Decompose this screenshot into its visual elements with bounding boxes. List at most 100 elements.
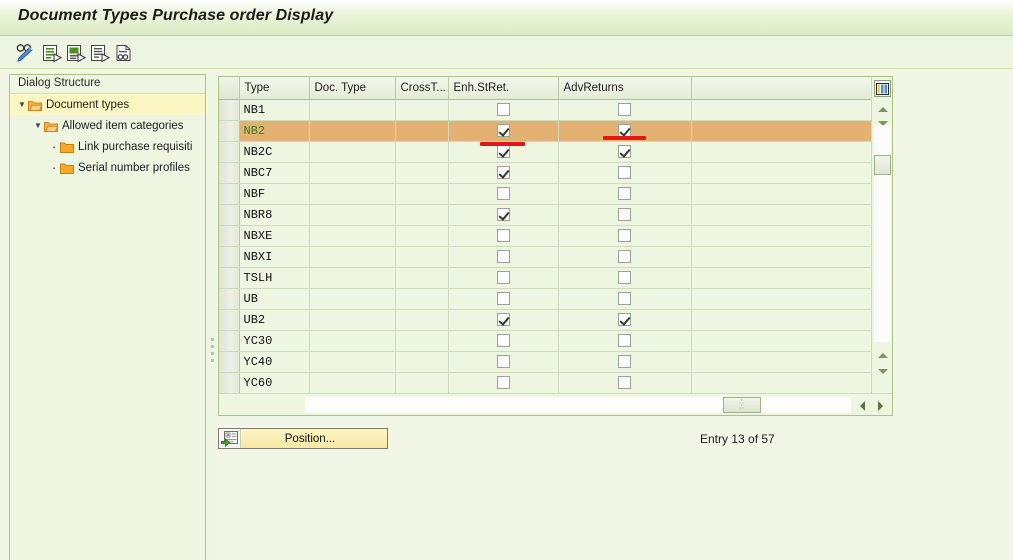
checkbox-enh-stret[interactable] bbox=[496, 354, 510, 368]
select-all-header[interactable] bbox=[219, 77, 240, 100]
checkbox-advreturns[interactable] bbox=[618, 270, 631, 284]
checkbox-enh-stret[interactable] bbox=[496, 291, 510, 305]
row-selector[interactable] bbox=[219, 120, 240, 142]
column-configuration-icon[interactable] bbox=[874, 80, 891, 97]
checkbox-advreturns[interactable] bbox=[618, 165, 631, 179]
table-row[interactable]: TSLH bbox=[219, 267, 873, 289]
row-selector[interactable] bbox=[219, 372, 240, 393]
page-title: Document Types Purchase order Display bbox=[18, 7, 334, 24]
new-entries-icon[interactable] bbox=[40, 41, 64, 65]
display-change-icon[interactable] bbox=[14, 41, 38, 65]
checkbox-enh-stret[interactable] bbox=[496, 102, 510, 116]
row-selector[interactable] bbox=[219, 309, 240, 331]
checkbox-advreturns[interactable] bbox=[618, 354, 631, 368]
checkbox-advreturns[interactable] bbox=[618, 186, 631, 200]
checkbox-enh-stret[interactable] bbox=[496, 312, 510, 326]
checkbox-enh-stret[interactable] bbox=[496, 249, 510, 263]
scroll-page-down-button[interactable] bbox=[875, 349, 890, 362]
checkbox-enh-stret[interactable] bbox=[496, 270, 510, 284]
details-icon[interactable] bbox=[113, 41, 137, 65]
table-row[interactable]: NB2C bbox=[219, 141, 873, 163]
checkbox-enh-stret[interactable] bbox=[496, 165, 510, 179]
table-row[interactable]: YC40 bbox=[219, 351, 873, 373]
checkbox-advreturns[interactable] bbox=[618, 228, 631, 242]
table-row[interactable]: NBXI bbox=[219, 246, 873, 268]
checkbox-advreturns[interactable] bbox=[618, 123, 631, 137]
checkbox-advreturns[interactable] bbox=[618, 291, 631, 305]
horizontal-scroll-track[interactable]: ∴ ∴ bbox=[305, 397, 851, 413]
checkbox-enh-stret[interactable] bbox=[496, 228, 510, 242]
cell-enh-stret bbox=[448, 162, 559, 184]
row-selector[interactable] bbox=[219, 351, 240, 373]
cell-filler bbox=[691, 288, 873, 310]
tree-item-serial-number-profiles[interactable]: · Serial number profiles bbox=[10, 157, 205, 178]
horizontal-scroll-thumb[interactable]: ∴ ∴ bbox=[723, 397, 761, 413]
vertical-scroll-thumb[interactable] bbox=[874, 155, 891, 175]
table-horizontal-scrollbar[interactable]: ∴ ∴ bbox=[219, 393, 892, 415]
table-row[interactable]: UB bbox=[219, 288, 873, 310]
row-selector[interactable] bbox=[219, 225, 240, 247]
table-row[interactable]: UB2 bbox=[219, 309, 873, 331]
table-row[interactable]: NBXE bbox=[219, 225, 873, 247]
cell-doc-type bbox=[309, 309, 396, 331]
table-row[interactable]: NB1 bbox=[219, 99, 873, 121]
checkbox-advreturns[interactable] bbox=[618, 207, 631, 221]
row-selector[interactable] bbox=[219, 162, 240, 184]
checkbox-advreturns[interactable] bbox=[618, 102, 631, 116]
checkbox-enh-stret[interactable] bbox=[496, 375, 510, 389]
table-row[interactable]: YC30 bbox=[219, 330, 873, 352]
cell-crosst bbox=[395, 225, 449, 247]
tree-item-document-types[interactable]: ▼ Document types bbox=[10, 94, 205, 115]
row-selector[interactable] bbox=[219, 267, 240, 289]
cell-type: NBF bbox=[239, 183, 310, 205]
cell-enh-stret bbox=[448, 183, 559, 205]
checkbox-enh-stret[interactable] bbox=[496, 186, 510, 200]
column-header-type[interactable]: Type bbox=[239, 77, 310, 100]
column-header-advreturns[interactable]: AdvReturns bbox=[558, 77, 692, 100]
table-row[interactable]: YC60 bbox=[219, 372, 873, 393]
delete-entry-icon[interactable] bbox=[88, 41, 112, 65]
scroll-up-button[interactable] bbox=[875, 103, 890, 116]
table-vertical-scrollbar[interactable] bbox=[871, 77, 892, 393]
column-header-enh-stret[interactable]: Enh.StRet. bbox=[448, 77, 559, 100]
tree-expand-toggle[interactable]: ▼ bbox=[16, 100, 28, 109]
scroll-down-button[interactable] bbox=[875, 365, 890, 378]
tree-item-allowed-item-categories[interactable]: ▼ Allowed item categories bbox=[10, 115, 205, 136]
vertical-scroll-track[interactable] bbox=[874, 125, 891, 342]
column-header-crosst[interactable]: CrossT... bbox=[395, 77, 449, 100]
tree-item-label: Allowed item categories bbox=[62, 119, 184, 132]
row-selector[interactable] bbox=[219, 288, 240, 310]
tree-expand-toggle[interactable]: ▼ bbox=[32, 121, 44, 130]
cell-filler bbox=[691, 330, 873, 352]
row-selector[interactable] bbox=[219, 246, 240, 268]
checkbox-advreturns[interactable] bbox=[618, 249, 631, 263]
cell-filler bbox=[691, 141, 873, 163]
table-row[interactable]: NBF bbox=[219, 183, 873, 205]
row-selector[interactable] bbox=[219, 99, 240, 121]
checkbox-enh-stret[interactable] bbox=[496, 333, 510, 347]
hscroll-far-right-button[interactable] bbox=[873, 399, 887, 412]
checkbox-enh-stret[interactable] bbox=[496, 144, 510, 158]
hscroll-far-left-button[interactable] bbox=[855, 399, 869, 412]
checkbox-advreturns[interactable] bbox=[618, 312, 631, 326]
table-header-row: Type Doc. Type CrossT... Enh.StRet. AdvR… bbox=[219, 77, 873, 100]
cell-filler bbox=[691, 183, 873, 205]
panel-splitter[interactable] bbox=[208, 74, 216, 560]
checkbox-enh-stret[interactable] bbox=[496, 207, 510, 221]
row-selector[interactable] bbox=[219, 183, 240, 205]
row-selector[interactable] bbox=[219, 204, 240, 226]
cell-doc-type bbox=[309, 351, 396, 373]
tree-item-link-purchase-requisiti[interactable]: · Link purchase requisiti bbox=[10, 136, 205, 157]
column-header-doc-type[interactable]: Doc. Type bbox=[309, 77, 396, 100]
row-selector[interactable] bbox=[219, 330, 240, 352]
checkbox-advreturns[interactable] bbox=[618, 375, 631, 389]
checkbox-advreturns[interactable] bbox=[618, 333, 631, 347]
table-row[interactable]: NBC7 bbox=[219, 162, 873, 184]
table-row[interactable]: NB2 bbox=[219, 120, 873, 142]
checkbox-advreturns[interactable] bbox=[618, 144, 631, 158]
copy-as-icon[interactable] bbox=[64, 41, 88, 65]
table-row[interactable]: NBR8 bbox=[219, 204, 873, 226]
position-button[interactable]: Position... bbox=[218, 428, 388, 449]
row-selector[interactable] bbox=[219, 141, 240, 163]
checkbox-enh-stret[interactable] bbox=[496, 123, 510, 137]
